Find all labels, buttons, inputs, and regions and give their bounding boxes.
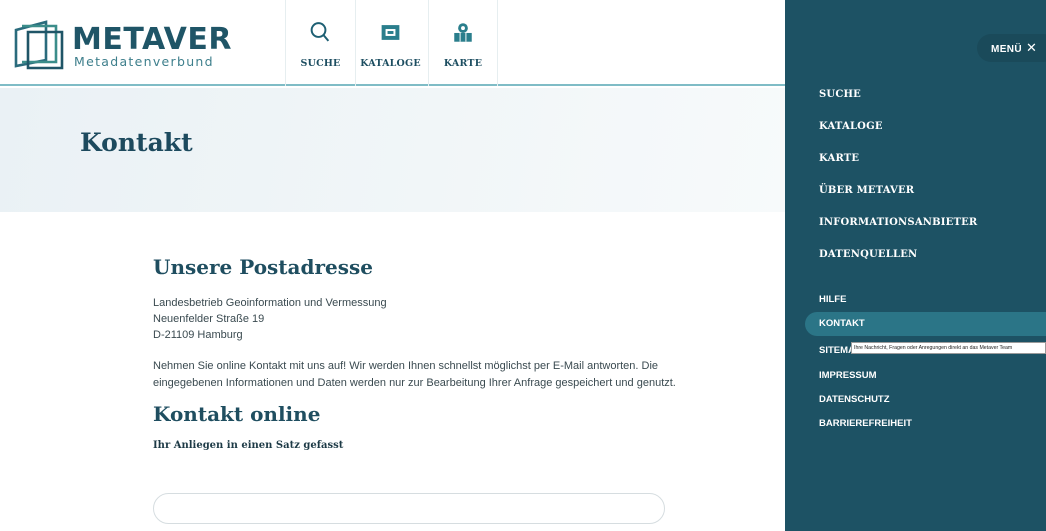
menu-item-datenquellen[interactable]: DATENQUELLEN <box>819 249 917 260</box>
page-title-band: Kontakt <box>0 88 785 212</box>
menu-close-button[interactable]: MENÜ ✕ <box>977 34 1046 62</box>
contact-heading: Kontakt online <box>153 402 321 426</box>
catalog-icon <box>381 25 400 40</box>
menu-item-barrierefreiheit[interactable]: BARRIEREFREIHEIT <box>819 418 912 429</box>
menu-toggle-label: MENÜ <box>991 44 1023 55</box>
nav-suche-label: SUCHE <box>300 58 341 69</box>
address-heading: Unsere Postadresse <box>153 255 373 279</box>
subject-input[interactable] <box>153 493 665 524</box>
menu-item-ueber-metaver[interactable]: ÜBER METAVER <box>819 185 914 196</box>
site-header: METAVER Metadatenverbund SUCHE KATALOGE … <box>0 0 785 86</box>
menu-item-karte[interactable]: KARTE <box>819 153 859 164</box>
metaver-logo[interactable]: METAVER Metadatenverbund <box>12 20 231 72</box>
menu-item-suche[interactable]: SUCHE <box>819 89 861 100</box>
nav-karte[interactable]: KARTE <box>428 0 498 86</box>
menu-item-hilfe[interactable]: HILFE <box>819 294 846 305</box>
nav-karte-label: KARTE <box>443 58 483 69</box>
search-icon <box>310 22 330 42</box>
address-line: Neuenfelder Straße 19 <box>153 313 265 325</box>
menu-overlay: MENÜ ✕ SUCHE KATALOGE KARTE ÜBER METAVER … <box>785 0 1046 531</box>
menu-item-datenschutz[interactable]: DATENSCHUTZ <box>819 394 890 405</box>
kontakt-tooltip: Ihre Nachricht, Fragen oder Anregungen d… <box>851 342 1046 354</box>
subject-field-label: Ihr Anliegen in einen Satz gefasst <box>153 440 344 451</box>
postal-address: Landesbetrieb Geoinformation und Vermess… <box>153 295 713 343</box>
logo-mark-icon <box>14 20 64 70</box>
address-line: D-21109 Hamburg <box>153 329 243 341</box>
nav-kataloge-label: KATALOGE <box>360 58 421 69</box>
menu-item-kontakt[interactable]: KONTAKT <box>805 312 1046 336</box>
main-content: Unsere Postadresse Landesbetrieb Geoinfo… <box>153 255 713 451</box>
page-title: Kontakt <box>80 128 193 157</box>
nav-kataloge[interactable]: KATALOGE <box>355 0 425 86</box>
map-icon <box>454 23 472 42</box>
logo-title: METAVER <box>72 22 232 57</box>
menu-item-impressum[interactable]: IMPRESSUM <box>819 370 877 381</box>
address-line: Landesbetrieb Geoinformation und Vermess… <box>153 297 387 309</box>
nav-suche[interactable]: SUCHE <box>285 0 355 86</box>
close-icon: ✕ <box>1026 40 1038 55</box>
menu-item-kataloge[interactable]: KATALOGE <box>819 121 883 132</box>
intro-text: Nehmen Sie online Kontakt mit uns auf! W… <box>153 360 676 389</box>
menu-item-informationsanbieter[interactable]: INFORMATIONSANBIETER <box>819 217 977 228</box>
logo-subtitle: Metadatenverbund <box>74 54 214 69</box>
